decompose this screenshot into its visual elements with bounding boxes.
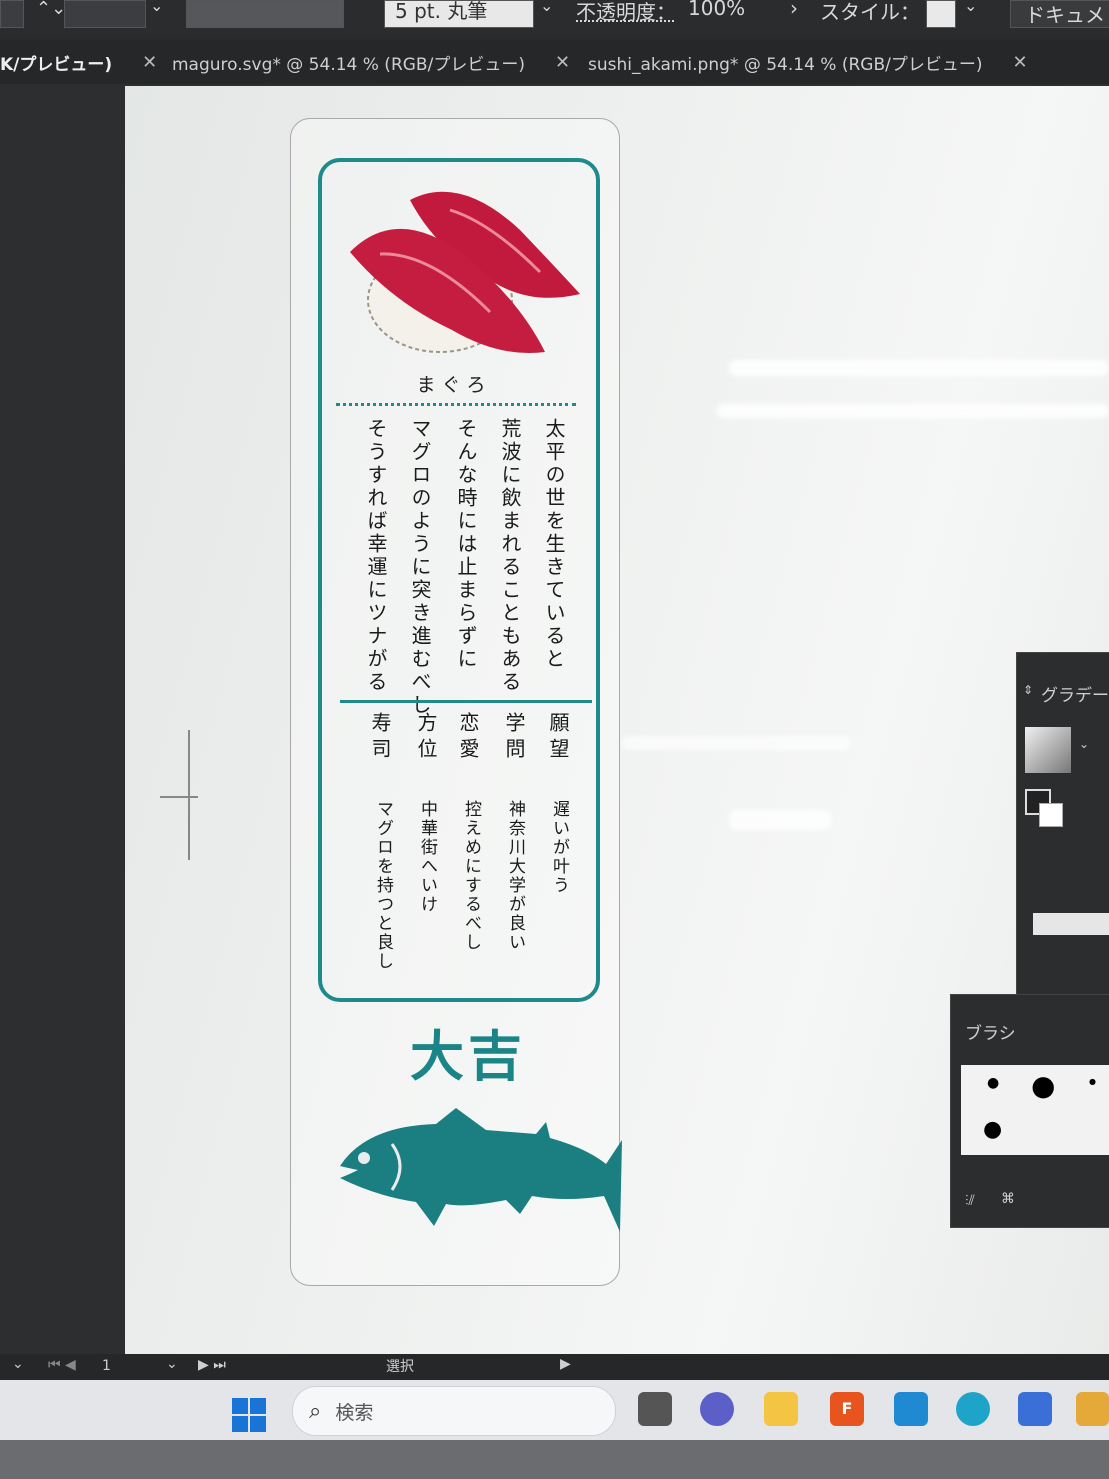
poem-line: 荒波に飲まれることもある [498,418,522,694]
dotted-divider [336,403,576,406]
chevron-down-icon[interactable]: ⌄ [150,0,163,15]
brush-definition-select[interactable]: 5 pt. 丸筆 [384,0,534,28]
close-icon[interactable]: ✕ [1013,52,1028,73]
screen-glare [729,360,1109,376]
brush-panel-title: ブラシ [965,1024,1016,1044]
document-setup-button[interactable]: ドキュメ [1010,0,1109,28]
gradient-swatch[interactable] [1025,727,1071,773]
crosshair-line [160,796,198,798]
tab-sushi-akami-png[interactable]: sushi_akami.png* @ 54.14 % (RGB/プレビュー) ✕ [588,40,1028,84]
desk-surface [0,1440,1109,1479]
gradient-slider[interactable] [1033,913,1109,935]
document-tab-bar: K/プレビュー) ✕ maguro.svg* @ 54.14 % (RGB/プレ… [0,40,1109,84]
poem-line: マグロのように突き進むべし [408,418,432,717]
fortune-category: 願望 [546,712,570,764]
fish-body [340,1108,622,1232]
none-swatch-icon[interactable] [1039,803,1063,827]
brush-preview-box[interactable] [186,0,344,28]
control-bar: ⌃⌄ ⌄ 5 pt. 丸筆 ⌄ 不透明度： 100% › スタイル： ⌄ ドキュ… [0,0,1109,36]
fresco-icon[interactable]: F [830,1392,864,1426]
crosshair-line [188,730,190,860]
document-setup-label: ドキュメ [1025,3,1105,27]
brush-dot-tiny[interactable]: ● [1089,1077,1096,1086]
stepper-arrows-icon[interactable]: ⌃⌄ [36,0,66,19]
tab-maguro-svg[interactable]: maguro.svg* @ 54.14 % (RGB/プレビュー) ✕ [172,40,570,84]
brush-dot-large[interactable]: ● [1031,1069,1055,1102]
status-bar: ⌄ ⏮ ◀ 1 ⌄ ▶ ⏭ 選択 ▶ [0,1354,1109,1380]
vscode-icon[interactable] [894,1392,928,1426]
poem-line: そんな時には止まらずに [454,418,478,671]
close-icon[interactable]: ✕ [555,52,570,73]
chevron-down-icon[interactable]: ⌄ [540,0,553,15]
search-icon: ⌕ [309,1398,322,1424]
tab-label: K/プレビュー) [0,54,113,75]
search-placeholder: 検索 [335,1401,374,1424]
style-label: スタイル： [820,0,920,24]
page-number[interactable]: 1 [102,1358,111,1374]
opacity-value[interactable]: 100% [688,0,745,20]
task-view-icon[interactable] [638,1392,672,1426]
brush-dot-small[interactable]: ● [987,1075,999,1091]
fortune-answer: 遅いが叶う [549,800,569,895]
poem-line: 太平の世を生きていると [542,418,566,671]
tab-label: maguro.svg* @ 54.14 % (RGB/プレビュー) [172,54,525,75]
windows-taskbar: ⌕ 検索 F [0,1380,1109,1440]
brush-options-icon[interactable]: ⌘ [1001,1191,1015,1207]
edge-icon[interactable] [956,1392,990,1426]
screen-glare [717,404,1109,418]
screen-glare [621,736,851,750]
tuna-sushi-illustration [350,191,580,354]
tab-document-1[interactable]: K/プレビュー) ✕ [0,40,157,84]
sushi-name-label: まぐろ [416,374,492,396]
fortune-category: 学問 [502,712,526,764]
chevron-down-icon[interactable]: ⌄ [964,0,977,15]
section-divider [340,700,592,703]
brush-grid: ● ● ● ● [961,1065,1109,1155]
chevron-down-icon[interactable]: ⌄ [12,1356,24,1372]
brush-dot-medium[interactable]: ● [983,1117,1002,1142]
file-explorer-icon[interactable] [764,1392,798,1426]
first-page-icon[interactable]: ⏮ ◀ [48,1357,76,1373]
variable-width-select[interactable] [64,0,146,28]
fortune-answer: マグロを持つと良し [373,800,393,971]
windows-start-icon[interactable] [232,1398,266,1432]
fortune-category: 寿司 [368,712,392,764]
fortune-result: 大吉 [410,1024,526,1088]
store-icon[interactable] [1018,1392,1052,1426]
chevron-right-icon[interactable]: › [790,0,798,20]
tab-label: sushi_akami.png* @ 54.14 % (RGB/プレビュー) [588,54,983,75]
chevron-down-icon[interactable]: ⌄ [166,1356,178,1372]
fortune-answer: 神奈川大学が良い [505,800,525,952]
brush-panel: ブラシ ● ● ● ● ⫶⫽ ⌘ [950,994,1109,1228]
next-page-icon[interactable]: ▶ ⏭ [198,1357,226,1373]
fortune-category: 恋愛 [456,712,480,764]
paint-icon[interactable] [1076,1392,1109,1426]
fortune-answer: 控えめにするべし [461,800,481,952]
chevron-down-icon[interactable]: ⌄ [1079,737,1089,751]
fish-eye [358,1152,370,1164]
current-tool-label: 選択 [386,1359,414,1375]
fortune-answer: 中華街へいけ [417,800,437,914]
screen-glare [729,810,831,830]
teams-meet-icon[interactable] [700,1392,734,1426]
taskbar-search[interactable]: ⌕ 検索 [292,1386,616,1436]
poem-line: そうすれば幸運にツナがる [364,418,388,694]
fortune-category: 方位 [414,712,438,764]
brush-definition-label: 5 pt. 丸筆 [395,0,488,23]
brush-library-icon[interactable]: ⫶⫽ [965,1193,975,1209]
tuna-fish-icon [340,1108,622,1232]
chevron-updown-icon[interactable]: ⇕ [1023,683,1033,697]
gradient-panel-title: グラデーシ [1041,686,1109,706]
close-icon[interactable]: ✕ [142,52,157,73]
chevron-right-icon[interactable]: ▶ [560,1356,571,1372]
align-stepper[interactable] [0,0,24,28]
style-swatch[interactable] [926,0,956,28]
monitor-screen: ⌃⌄ ⌄ 5 pt. 丸筆 ⌄ 不透明度： 100% › スタイル： ⌄ ドキュ… [0,0,1109,1440]
opacity-label[interactable]: 不透明度： [576,0,676,25]
